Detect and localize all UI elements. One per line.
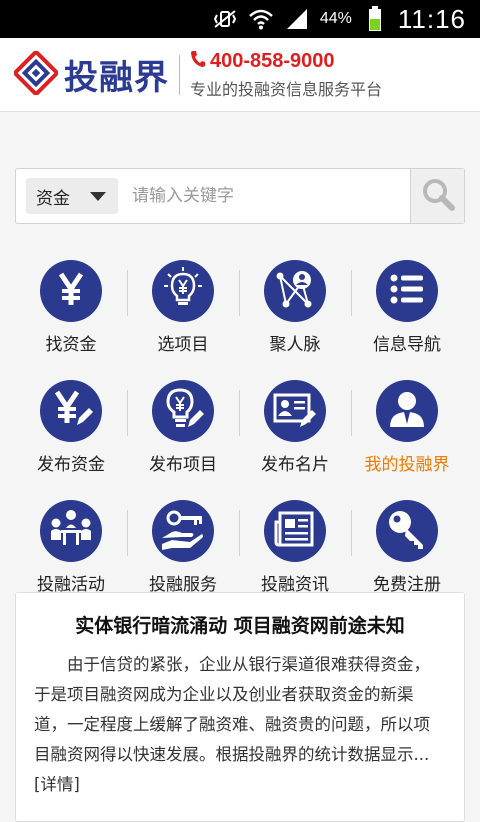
wifi-icon — [248, 8, 274, 30]
divider — [351, 270, 352, 316]
grid-row: 发布资金 发布项目 发布名片 我的投融界 — [0, 380, 480, 500]
lightbulb-pencil-icon — [160, 386, 206, 436]
divider — [351, 510, 352, 556]
grid-item-label: 发布名片 — [261, 455, 329, 475]
user-icon — [386, 388, 428, 434]
grid-item-publish-project[interactable]: 发布项目 — [127, 380, 239, 500]
news-summary: 由于信贷的紧张，企业从银行渠道很难获得资金，于是项目融资网成为企业以及创业者获取… — [34, 650, 446, 800]
news-summary-text: 由于信贷的紧张，企业从银行渠道很难获得资金，于是项目融资网成为企业以及创业者获取… — [34, 655, 430, 764]
phone-icon — [190, 50, 206, 74]
meeting-icon — [48, 506, 94, 556]
grid-item-label: 聚人脉 — [269, 335, 321, 355]
search-input[interactable] — [118, 169, 410, 223]
grid-item-label: 选项目 — [157, 335, 209, 355]
logo-name: 投融界 — [64, 58, 169, 98]
grid-item-publish-funds[interactable]: 发布资金 — [15, 380, 127, 500]
category-select-value: 资金 — [36, 188, 70, 209]
category-select[interactable]: 资金 — [26, 178, 118, 214]
yen-pencil-icon — [49, 387, 93, 435]
phone-number: 400-858-9000 — [210, 50, 335, 72]
read-more-link[interactable]: [详情] — [34, 775, 80, 794]
slogan: 专业的投融资信息服务平台 — [190, 79, 383, 99]
grid-row: 找资金 选项目 聚人脉 信息导航 — [0, 260, 480, 380]
yen-icon — [51, 269, 91, 313]
newspaper-icon — [274, 508, 316, 554]
grid-item-info-nav[interactable]: 信息导航 — [351, 260, 463, 380]
grid-item-find-funds[interactable]: 找资金 — [15, 260, 127, 380]
key-icon — [385, 507, 429, 555]
news-title[interactable]: 实体银行暗流涌动 项目融资网前途未知 — [34, 611, 446, 638]
network-icon — [272, 266, 318, 316]
grid-item-network[interactable]: 聚人脉 — [239, 260, 351, 380]
key-hand-icon — [160, 506, 206, 556]
grid-item-label: 信息导航 — [373, 335, 441, 355]
list-icon — [387, 269, 427, 313]
grid-item-label: 我的投融界 — [364, 455, 450, 475]
search-icon — [421, 177, 455, 215]
phone-link[interactable]: 400-858-9000 — [190, 50, 382, 74]
logo[interactable]: 投融界 — [11, 48, 169, 99]
grid-item-choose-project[interactable]: 选项目 — [127, 260, 239, 380]
lightbulb-yen-icon — [160, 266, 206, 316]
grid-item-label: 发布资金 — [37, 455, 105, 475]
header-divider — [179, 54, 180, 95]
feature-grid: 找资金 选项目 聚人脉 信息导航 发布资金 发布项目 发布名片 我的投融界 投融… — [0, 260, 480, 620]
grid-item-my-account[interactable]: 我的投融界 — [351, 380, 463, 500]
signal-icon — [284, 8, 310, 30]
divider — [127, 390, 128, 436]
grid-item-label: 发布项目 — [149, 455, 217, 475]
clock: 11:16 — [397, 3, 466, 34]
divider — [127, 510, 128, 556]
search-button[interactable] — [410, 169, 464, 223]
battery-percent: 44% — [319, 10, 352, 27]
contact-block: 400-858-9000 专业的投融资信息服务平台 — [190, 50, 382, 100]
grid-item-publish-card[interactable]: 发布名片 — [239, 380, 351, 500]
divider — [351, 390, 352, 436]
logo-mark-icon — [11, 48, 61, 99]
chevron-down-icon — [90, 191, 106, 201]
battery-icon — [362, 6, 388, 31]
divider — [127, 270, 128, 316]
search-bar: 资金 — [15, 168, 465, 224]
status-bar: 44% 11:16 — [0, 0, 480, 38]
news-card[interactable]: 实体银行暗流涌动 项目融资网前途未知 由于信贷的紧张，企业从银行渠道很难获得资金… — [15, 592, 465, 822]
vibrate-icon — [212, 8, 238, 30]
grid-item-label: 找资金 — [45, 335, 97, 355]
divider — [239, 390, 240, 436]
app-header: 投融界 400-858-9000 专业的投融资信息服务平台 — [0, 38, 480, 112]
divider — [239, 270, 240, 316]
divider — [239, 510, 240, 556]
card-pencil-icon — [272, 386, 318, 436]
